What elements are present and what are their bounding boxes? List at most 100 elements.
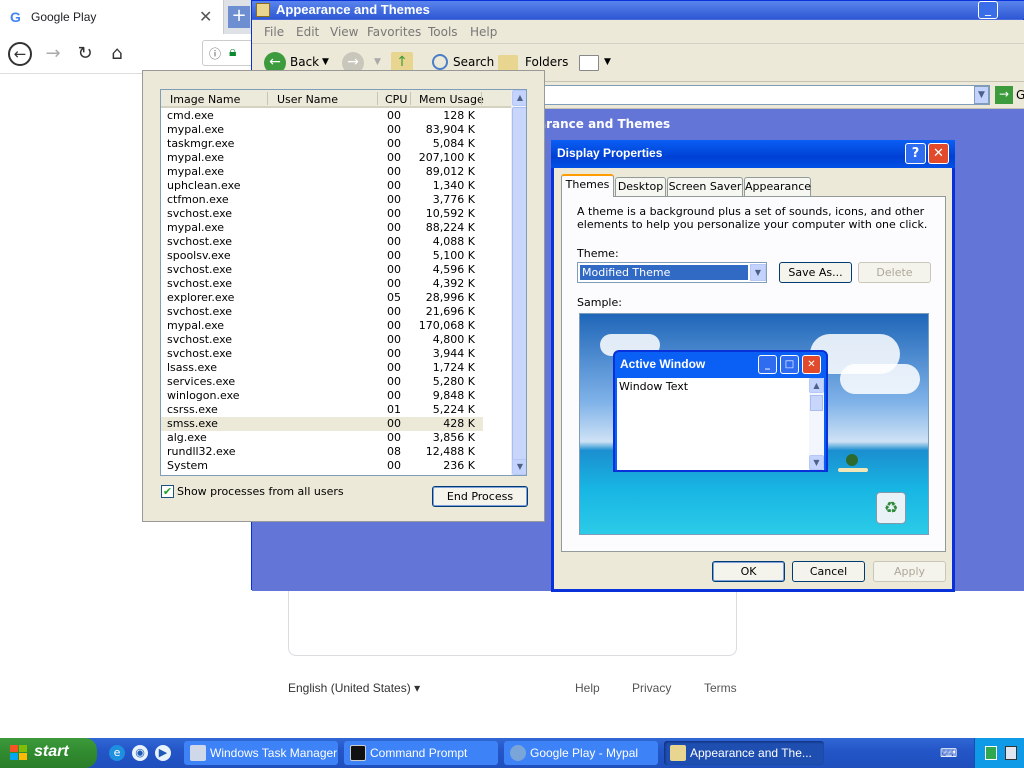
forward-dropdown-icon[interactable]: ▼ <box>374 57 381 67</box>
checkbox-check-icon[interactable]: ✔ <box>161 485 174 498</box>
menu-file[interactable]: File <box>264 25 284 39</box>
process-list-scrollbar[interactable]: ▲ ▼ <box>511 90 526 475</box>
table-row[interactable]: svchost.exe 00 21,696 K <box>161 305 511 319</box>
scrollbar-thumb[interactable] <box>512 107 526 461</box>
reload-icon[interactable]: ↻ <box>73 42 97 66</box>
info-icon[interactable]: ⓘ <box>209 45 221 62</box>
table-row[interactable]: svchost.exe 00 3,944 K <box>161 347 511 361</box>
tab-screen-saver[interactable]: Screen Saver <box>667 177 743 196</box>
table-row[interactable]: svchost.exe 00 4,596 K <box>161 263 511 277</box>
task-appearance-and-themes[interactable]: Appearance and The... <box>664 741 824 765</box>
table-row[interactable]: explorer.exe 05 28,996 K <box>161 291 511 305</box>
search-button[interactable]: Search <box>453 55 494 69</box>
minimize-icon[interactable]: _ <box>978 1 998 19</box>
help-icon[interactable]: ? <box>905 143 926 164</box>
theme-select[interactable]: Modified Theme ▼ <box>577 262 767 283</box>
table-row[interactable]: mypal.exe 00 88,224 K <box>161 221 511 235</box>
column-mem-usage[interactable]: Mem Usage <box>419 93 484 106</box>
table-row[interactable]: csrss.exe 01 5,224 K <box>161 403 511 417</box>
new-tab-button[interactable]: + <box>228 6 250 28</box>
tray-app-icon[interactable] <box>985 746 997 760</box>
table-row[interactable]: lsass.exe 00 1,724 K <box>161 361 511 375</box>
home-icon[interactable]: ⌂ <box>105 42 129 66</box>
close-icon[interactable]: ✕ <box>928 143 949 164</box>
views-dropdown-icon[interactable]: ▼ <box>604 57 611 67</box>
forward-arrow-icon[interactable]: → <box>41 42 65 66</box>
menu-view[interactable]: View <box>330 25 358 39</box>
column-user-name[interactable]: User Name <box>277 93 338 106</box>
go-arrow-icon[interactable]: → <box>995 86 1013 104</box>
scroll-down-icon[interactable]: ▼ <box>512 459 526 475</box>
table-row[interactable]: System 00 236 K <box>161 459 511 473</box>
address-dropdown-icon[interactable]: ▼ <box>974 86 989 104</box>
cancel-button[interactable]: Cancel <box>792 561 865 582</box>
menu-help[interactable]: Help <box>470 25 497 39</box>
save-as-button[interactable]: Save As... <box>779 262 852 283</box>
table-row[interactable]: rundll32.exe 08 12,488 K <box>161 445 511 459</box>
process-list[interactable]: Image Name User Name CPU Mem Usage cmd.e… <box>160 89 527 476</box>
table-row[interactable]: services.exe 00 5,280 K <box>161 375 511 389</box>
back-button[interactable]: Back <box>290 55 319 69</box>
table-row[interactable]: mypal.exe 00 170,068 K <box>161 319 511 333</box>
keyboard-icon[interactable]: ⌨ <box>940 746 957 760</box>
footer-terms-link[interactable]: Terms <box>704 681 737 695</box>
display-properties-titlebar[interactable]: Display Properties ? ✕ <box>551 140 955 168</box>
table-row[interactable]: winlogon.exe 00 9,848 K <box>161 389 511 403</box>
table-row[interactable]: taskmgr.exe 00 5,084 K <box>161 137 511 151</box>
table-row[interactable]: mypal.exe 00 89,012 K <box>161 165 511 179</box>
column-image-name[interactable]: Image Name <box>170 93 240 106</box>
column-separator[interactable] <box>481 92 482 105</box>
tab-desktop[interactable]: Desktop <box>615 177 666 196</box>
table-row[interactable]: svchost.exe 00 4,088 K <box>161 235 511 249</box>
table-row[interactable]: ctfmon.exe 00 3,776 K <box>161 193 511 207</box>
table-row[interactable]: alg.exe 00 3,856 K <box>161 431 511 445</box>
browser-tab-google-play[interactable]: G Google Play ✕ <box>0 0 224 34</box>
footer-privacy-link[interactable]: Privacy <box>632 681 671 695</box>
table-row[interactable]: smss.exe 00 428 K <box>161 417 483 431</box>
search-icon[interactable] <box>432 54 448 70</box>
end-process-button[interactable]: End Process <box>432 486 528 507</box>
tray-doc-icon[interactable] <box>1005 746 1017 760</box>
task-command-prompt[interactable]: Command Prompt <box>344 741 498 765</box>
back-arrow-icon[interactable]: ← <box>8 42 32 66</box>
scroll-up-icon[interactable]: ▲ <box>512 90 526 106</box>
start-button[interactable]: start <box>0 738 97 768</box>
column-separator[interactable] <box>410 92 411 105</box>
column-separator[interactable] <box>267 92 268 105</box>
show-all-processes-label[interactable]: Show processes from all users <box>177 485 344 498</box>
table-row[interactable]: svchost.exe 00 10,592 K <box>161 207 511 221</box>
folders-button[interactable]: Folders <box>525 55 568 69</box>
folders-icon[interactable] <box>498 55 518 71</box>
media-quicklaunch-icon[interactable]: ▶ <box>155 745 171 761</box>
ie-quicklaunch-icon[interactable]: e <box>109 745 125 761</box>
table-row[interactable]: uphclean.exe 00 1,340 K <box>161 179 511 193</box>
browser-quicklaunch-icon[interactable]: ◉ <box>132 745 148 761</box>
chevron-down-icon[interactable]: ▼ <box>750 264 766 281</box>
apply-button[interactable]: Apply <box>873 561 946 582</box>
table-row[interactable]: cmd.exe 00 128 K <box>161 109 511 123</box>
footer-help-link[interactable]: Help <box>575 681 600 695</box>
table-row[interactable]: mypal.exe 00 207,100 K <box>161 151 511 165</box>
language-selector[interactable]: English (United States) ▾ <box>288 681 420 695</box>
table-row[interactable]: svchost.exe 00 4,800 K <box>161 333 511 347</box>
tab-themes[interactable]: Themes <box>561 174 614 197</box>
back-dropdown-icon[interactable]: ▼ <box>322 57 329 67</box>
address-input[interactable] <box>542 85 990 105</box>
table-row[interactable]: spoolsv.exe 00 5,100 K <box>161 249 511 263</box>
task-windows-task-manager[interactable]: Windows Task Manager <box>184 741 338 765</box>
tab-appearance[interactable]: Appearance <box>744 177 811 196</box>
column-cpu[interactable]: CPU <box>385 93 407 106</box>
menu-edit[interactable]: Edit <box>296 25 319 39</box>
table-row[interactable]: mypal.exe 00 83,904 K <box>161 123 511 137</box>
ok-button[interactable]: OK <box>712 561 785 582</box>
column-separator[interactable] <box>377 92 378 105</box>
views-icon[interactable] <box>579 55 599 71</box>
delete-button[interactable]: Delete <box>858 262 931 283</box>
explorer-titlebar[interactable]: Appearance and Themes _ <box>252 1 1024 19</box>
menu-tools[interactable]: Tools <box>428 25 458 39</box>
menu-favorites[interactable]: Favorites <box>367 25 421 39</box>
task-google-play-mypal[interactable]: Google Play - Mypal <box>504 741 658 765</box>
table-row[interactable]: svchost.exe 00 4,392 K <box>161 277 511 291</box>
close-tab-icon[interactable]: ✕ <box>199 7 212 26</box>
go-button-label[interactable]: G <box>1016 88 1024 102</box>
